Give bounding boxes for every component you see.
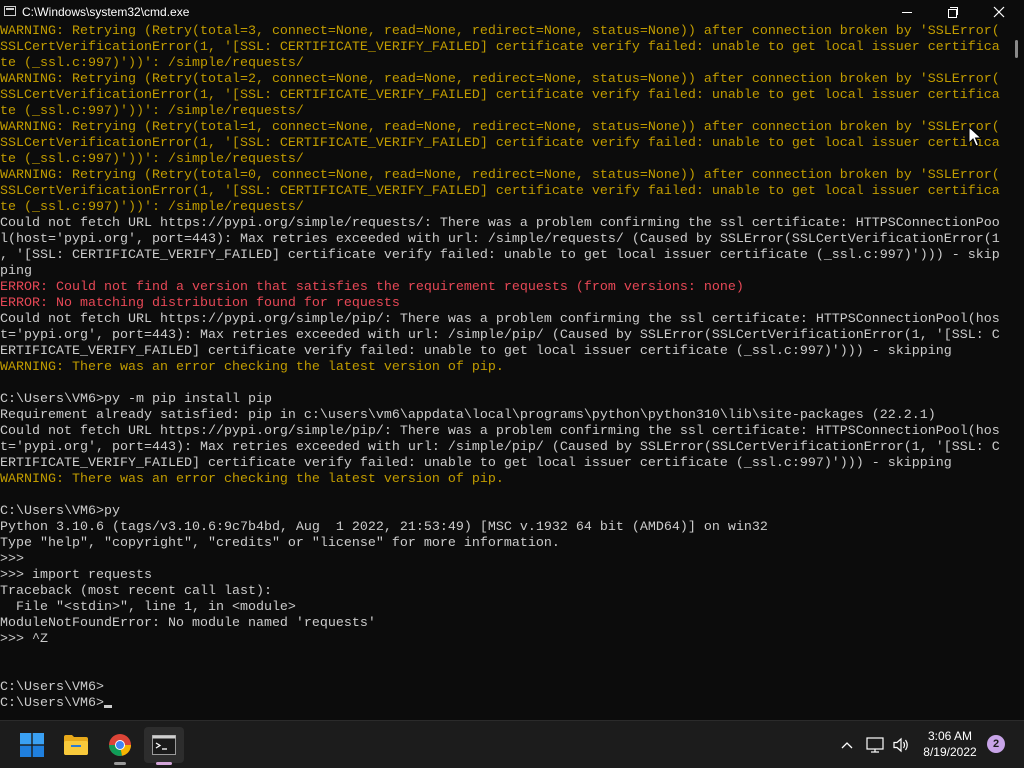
taskbar-command-prompt[interactable] xyxy=(144,727,184,765)
console-line: WARNING: There was an error checking the… xyxy=(0,360,504,375)
console-line: te (_ssl.c:997)'))': /simple/requests/ xyxy=(0,56,304,71)
speaker-icon xyxy=(893,737,908,753)
console-line: Could not fetch URL https://pypi.org/sim… xyxy=(0,424,1000,439)
restore-icon xyxy=(948,7,958,18)
console-line: File "<stdin>", line 1, in <module> xyxy=(0,600,296,615)
console-output[interactable]: WARNING: Retrying (Retry(total=3, connec… xyxy=(0,24,1012,720)
cmd-app-icon[interactable] xyxy=(4,6,16,16)
clock-time: 3:06 AM xyxy=(927,729,973,743)
console-line: WARNING: Retrying (Retry(total=0, connec… xyxy=(0,168,1000,183)
running-indicator xyxy=(114,762,126,765)
console-line: WARNING: Retrying (Retry(total=3, connec… xyxy=(0,24,1000,39)
console-line: WARNING: Retrying (Retry(total=2, connec… xyxy=(0,72,1000,87)
chevron-up-icon xyxy=(841,742,853,749)
text-cursor xyxy=(103,705,112,708)
minimize-button[interactable] xyxy=(884,0,930,24)
folder-icon xyxy=(64,735,88,755)
volume-button[interactable] xyxy=(890,727,912,763)
console-prompt: C:\Users\VM6> xyxy=(0,696,104,711)
network-icon xyxy=(866,737,884,753)
close-button[interactable] xyxy=(976,0,1022,24)
console-line: C:\Users\VM6>py -m pip install pip xyxy=(0,392,272,407)
chrome-icon xyxy=(109,734,131,756)
scrollbar-thumb[interactable] xyxy=(1015,40,1018,58)
console-line: C:\Users\VM6>py xyxy=(0,504,120,519)
mouse-pointer-icon xyxy=(968,126,983,147)
console-line: te (_ssl.c:997)'))': /simple/requests/ xyxy=(0,104,304,119)
console-line: Type "help", "copyright", "credits" or "… xyxy=(0,536,560,551)
console-line: te (_ssl.c:997)'))': /simple/requests/ xyxy=(0,152,304,167)
terminal-icon xyxy=(152,735,176,755)
console-line: SSLCertVerificationError(1, '[SSL: CERTI… xyxy=(0,184,1000,199)
console-line: ERTIFICATE_VERIFY_FAILED] certificate ve… xyxy=(0,344,952,359)
console-line: SSLCertVerificationError(1, '[SSL: CERTI… xyxy=(0,88,1000,103)
console-line: Requirement already satisfied: pip in c:… xyxy=(0,408,936,423)
console-line: ERROR: Could not find a version that sat… xyxy=(0,280,744,295)
network-button[interactable] xyxy=(864,727,886,763)
taskbar: 3:06 AM 8/19/2022 xyxy=(0,720,1024,768)
console-line: Could not fetch URL https://pypi.org/sim… xyxy=(0,216,1000,231)
console-line: Could not fetch URL https://pypi.org/sim… xyxy=(0,312,1000,327)
console-line: ModuleNotFoundError: No module named 're… xyxy=(0,616,376,631)
console-line: l(host='pypi.org', port=443): Max retrie… xyxy=(0,232,1000,247)
console-line: te (_ssl.c:997)'))': /simple/requests/ xyxy=(0,200,304,215)
title-bar[interactable]: C:\Windows\system32\cmd.exe xyxy=(0,0,1024,24)
console-prompt-line[interactable]: C:\Users\VM6> xyxy=(0,696,1012,712)
console-line: Traceback (most recent call last): xyxy=(0,584,272,599)
console-line: SSLCertVerificationError(1, '[SSL: CERTI… xyxy=(0,40,1000,55)
console-line: , '[SSL: CERTIFICATE_VERIFY_FAILED] cert… xyxy=(0,248,1000,263)
console-line: Python 3.10.6 (tags/v3.10.6:9c7b4bd, Aug… xyxy=(0,520,768,535)
minimize-icon xyxy=(902,11,912,13)
restore-button[interactable] xyxy=(930,0,976,24)
system-clock[interactable]: 3:06 AM 8/19/2022 xyxy=(918,728,982,760)
console-line: WARNING: Retrying (Retry(total=1, connec… xyxy=(0,120,1000,135)
start-button[interactable] xyxy=(12,727,52,763)
console-line: ping xyxy=(0,264,32,279)
notification-badge[interactable]: 2 xyxy=(987,735,1005,753)
clock-date: 8/19/2022 xyxy=(923,745,977,759)
taskbar-file-explorer[interactable] xyxy=(56,727,96,763)
console-line: >>> import requests xyxy=(0,568,152,583)
active-indicator xyxy=(156,762,172,765)
console-line: C:\Users\VM6> xyxy=(0,680,104,695)
windows-logo-icon xyxy=(20,733,44,757)
console-line: ERTIFICATE_VERIFY_FAILED] certificate ve… xyxy=(0,456,952,471)
console-line: t='pypi.org', port=443): Max retries exc… xyxy=(0,328,1000,343)
console-line: SSLCertVerificationError(1, '[SSL: CERTI… xyxy=(0,136,1000,151)
console-line: ERROR: No matching distribution found fo… xyxy=(0,296,400,311)
console-line: WARNING: There was an error checking the… xyxy=(0,472,504,487)
vertical-scrollbar[interactable] xyxy=(1012,24,1024,720)
show-hidden-icons-button[interactable] xyxy=(836,727,858,763)
close-icon xyxy=(993,6,1005,18)
window-title: C:\Windows\system32\cmd.exe xyxy=(22,5,190,19)
taskbar-chrome[interactable] xyxy=(100,727,140,765)
console-line: >>> ^Z xyxy=(0,632,48,647)
console-line: t='pypi.org', port=443): Max retries exc… xyxy=(0,440,1000,455)
console-line: >>> xyxy=(0,552,24,567)
